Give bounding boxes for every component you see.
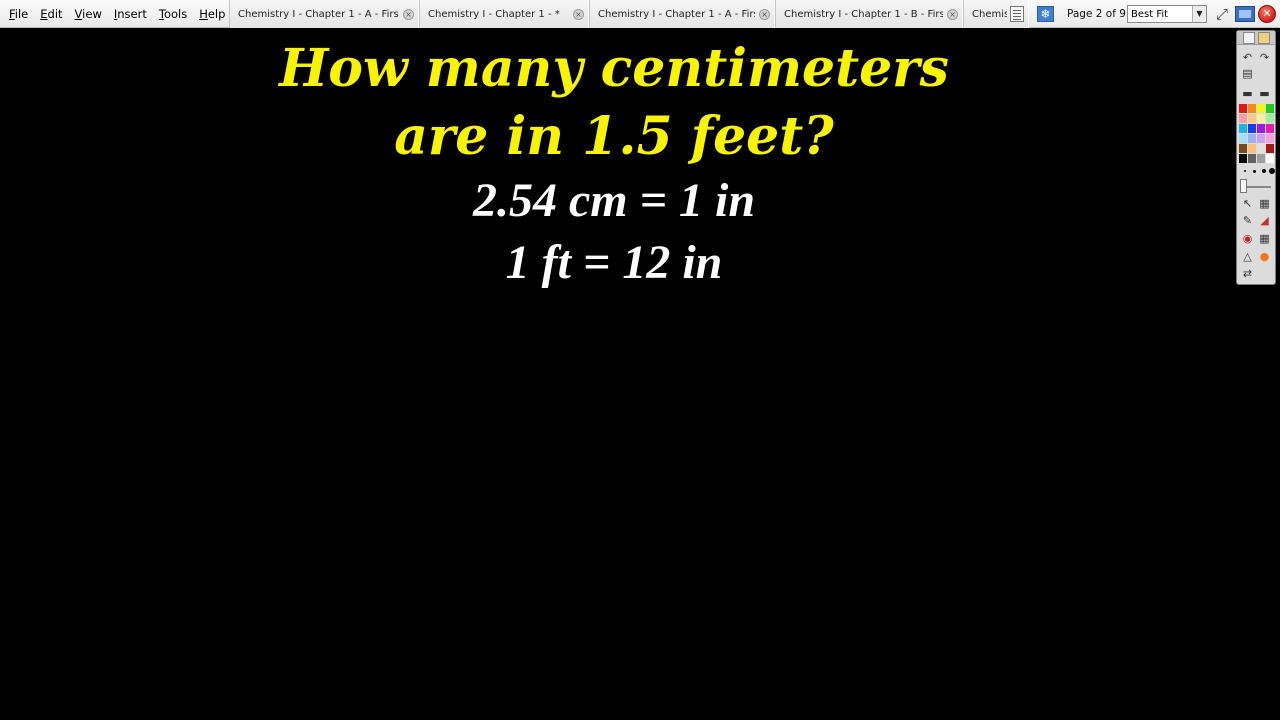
spotlight-icon[interactable]: ● bbox=[1258, 250, 1271, 263]
color-swatch[interactable] bbox=[1239, 114, 1247, 123]
color-swatch[interactable] bbox=[1266, 154, 1274, 163]
color-swatch[interactable] bbox=[1248, 104, 1256, 113]
redo-icon[interactable]: ↷ bbox=[1258, 51, 1271, 64]
pen-palette: ↶ ↷ ▤ ▬ ▬ ↖ ▦ ✎ ◢ ◉ ▦ △ ● ⇄ bbox=[1236, 30, 1276, 285]
menu-tools[interactable]: Tools bbox=[153, 0, 193, 28]
chevron-down-icon[interactable]: ▼ bbox=[1192, 6, 1206, 22]
menu-view[interactable]: View bbox=[69, 0, 108, 28]
menu-file[interactable]: File bbox=[3, 0, 34, 28]
color-swatch[interactable] bbox=[1248, 124, 1256, 133]
color-swatch[interactable] bbox=[1266, 114, 1274, 123]
snowflake-icon[interactable]: ❄ bbox=[1037, 6, 1054, 22]
page-indicator: Page 2 of 9 bbox=[1067, 8, 1126, 20]
grid-icon[interactable]: ▦ bbox=[1258, 232, 1271, 245]
color-swatch[interactable] bbox=[1257, 124, 1265, 133]
color-swatch[interactable] bbox=[1257, 134, 1265, 143]
palette-settings-icon[interactable] bbox=[1258, 32, 1270, 44]
color-swatch[interactable] bbox=[1257, 154, 1265, 163]
conversion-fact: 2.54 cm = 1 in bbox=[472, 174, 756, 227]
menu-insert[interactable]: Insert bbox=[108, 0, 153, 28]
document-tab[interactable]: Chemistry I - Chapter 1 - A - First D × bbox=[229, 0, 419, 28]
color-swatch[interactable] bbox=[1257, 144, 1265, 153]
color-swatch[interactable] bbox=[1266, 124, 1274, 133]
tab-list-icon[interactable] bbox=[1010, 6, 1024, 22]
transparency-slider-knob[interactable] bbox=[1240, 179, 1247, 193]
color-swatch[interactable] bbox=[1248, 134, 1256, 143]
tab-label: Chemistry I - Chapter 1 - B - First D bbox=[784, 8, 943, 20]
record-icon[interactable]: ◉ bbox=[1241, 232, 1254, 245]
question-line: are in 1.5 feet? bbox=[394, 106, 834, 167]
marker-icon[interactable]: ▬ bbox=[1241, 87, 1254, 100]
document-tab[interactable]: Chemistry I - Chapter 1 - * × bbox=[419, 0, 589, 28]
color-swatch[interactable] bbox=[1239, 154, 1247, 163]
highlighter-icon[interactable]: ▬ bbox=[1258, 87, 1271, 100]
color-swatch[interactable] bbox=[1248, 144, 1256, 153]
collapse-icon[interactable]: ⇄ bbox=[1241, 267, 1254, 280]
color-swatch[interactable] bbox=[1239, 124, 1247, 133]
tab-label: Chemist bbox=[972, 8, 1007, 20]
tab-label: Chemistry I - Chapter 1 - A - First D bbox=[598, 8, 755, 20]
tab-close-icon[interactable]: × bbox=[947, 8, 958, 20]
zoom-value: Best Fit bbox=[1131, 8, 1169, 20]
palette-menu-icon[interactable] bbox=[1243, 32, 1255, 44]
document-tab[interactable]: Chemistry I - Chapter 1 - A - First D × bbox=[589, 0, 775, 28]
fullscreen-icon[interactable]: ⤢ bbox=[1213, 5, 1231, 23]
tab-close-icon[interactable]: × bbox=[403, 8, 414, 20]
medium-dot-icon[interactable] bbox=[1253, 170, 1256, 173]
tab-label: Chemistry I - Chapter 1 - A - First D bbox=[238, 8, 399, 20]
color-swatch[interactable] bbox=[1239, 104, 1247, 113]
conversion-fact: 1 ft = 12 in bbox=[505, 236, 723, 289]
tab-close-icon[interactable]: × bbox=[759, 8, 770, 20]
eraser-icon[interactable]: ◢ bbox=[1258, 214, 1271, 227]
tab-close-icon[interactable]: × bbox=[573, 8, 584, 20]
fill-icon[interactable]: ▦ bbox=[1258, 197, 1271, 210]
menu-help[interactable]: Help bbox=[193, 0, 231, 28]
tab-label: Chemistry I - Chapter 1 - * bbox=[428, 8, 560, 20]
question-line: How many centimeters bbox=[279, 38, 949, 99]
zoom-select[interactable]: Best Fit ▼ bbox=[1127, 5, 1207, 23]
color-swatches bbox=[1239, 104, 1274, 163]
top-toolbar: File Edit View Insert Tools Help Chemist… bbox=[0, 0, 1280, 28]
close-icon[interactable]: ✕ bbox=[1258, 5, 1276, 23]
color-swatch[interactable] bbox=[1266, 104, 1274, 113]
color-swatch[interactable] bbox=[1248, 154, 1256, 163]
document-tabs: Chemistry I - Chapter 1 - A - First D × … bbox=[229, 0, 1029, 28]
slide-question: How many centimeters are in 1.5 feet? bbox=[0, 35, 1228, 171]
pointer-icon[interactable]: ↖ bbox=[1241, 197, 1254, 210]
slide-canvas[interactable]: How many centimeters are in 1.5 feet? 2.… bbox=[0, 29, 1280, 720]
color-swatch[interactable] bbox=[1266, 134, 1274, 143]
color-swatch[interactable] bbox=[1257, 104, 1265, 113]
color-swatch[interactable] bbox=[1239, 144, 1247, 153]
menu-edit[interactable]: Edit bbox=[34, 0, 68, 28]
thin-dot-icon[interactable] bbox=[1244, 170, 1246, 172]
menu-bar: File Edit View Insert Tools Help bbox=[0, 0, 231, 28]
thickness-options[interactable] bbox=[1240, 167, 1275, 175]
document-tab[interactable]: Chemist bbox=[963, 0, 1029, 28]
clear-page-icon[interactable]: ▤ bbox=[1241, 67, 1254, 80]
extra-thick-dot-icon[interactable] bbox=[1269, 168, 1275, 174]
document-tab[interactable]: Chemistry I - Chapter 1 - B - First D × bbox=[775, 0, 963, 28]
display-icon[interactable] bbox=[1235, 6, 1255, 22]
color-swatch[interactable] bbox=[1239, 134, 1247, 143]
color-swatch[interactable] bbox=[1248, 114, 1256, 123]
undo-icon[interactable]: ↶ bbox=[1241, 51, 1254, 64]
color-swatch[interactable] bbox=[1257, 114, 1265, 123]
color-swatch[interactable] bbox=[1266, 144, 1274, 153]
pen-icon[interactable]: ✎ bbox=[1241, 214, 1254, 227]
thick-dot-icon[interactable] bbox=[1262, 169, 1266, 173]
shape-icon[interactable]: △ bbox=[1241, 250, 1254, 263]
